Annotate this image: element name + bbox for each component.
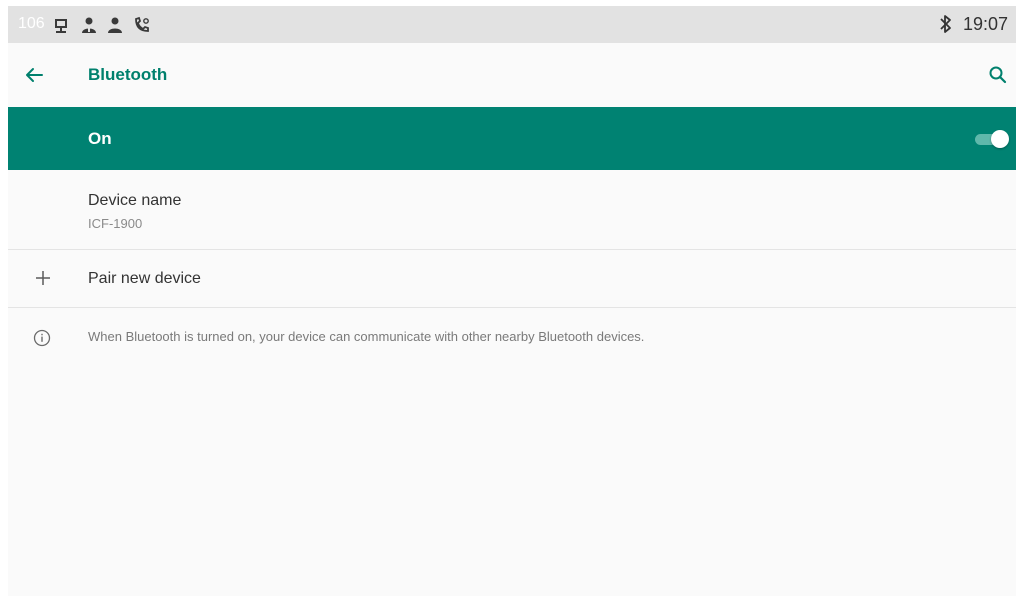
network-icon — [55, 19, 67, 33]
bluetooth-icon — [940, 15, 951, 33]
contact-icon — [108, 17, 122, 33]
bluetooth-toggle-bar[interactable]: On — [8, 107, 1016, 170]
bluetooth-settings-screen: 106 19:07 Bluetooth On Device name ICF-1… — [8, 6, 1016, 596]
pair-new-device-label: Pair new device — [88, 270, 201, 287]
clock-time: 19:07 — [962, 14, 1008, 34]
bluetooth-switch[interactable] — [973, 130, 1009, 148]
page-title: Bluetooth — [88, 65, 168, 84]
toggle-label: On — [88, 129, 112, 148]
switch-thumb — [991, 130, 1009, 148]
device-name-row[interactable]: Device name ICF-1900 — [8, 170, 1016, 250]
extension-number: 106 — [18, 15, 45, 32]
app-toolbar: Bluetooth — [8, 43, 1016, 108]
info-text: When Bluetooth is turned on, your device… — [88, 329, 645, 344]
voicemail-icon — [135, 16, 149, 32]
info-row: When Bluetooth is turned on, your device… — [8, 308, 1016, 358]
search-icon[interactable] — [986, 63, 1010, 87]
plus-icon — [36, 271, 50, 285]
pair-new-device-row[interactable]: Pair new device — [8, 250, 1016, 308]
status-bar-right: 19:07 — [939, 13, 1008, 35]
info-icon — [33, 329, 51, 347]
status-bar: 106 19:07 — [8, 6, 1016, 43]
contact-icon — [82, 17, 96, 33]
device-name-value: ICF-1900 — [88, 216, 143, 231]
arrow-back-icon[interactable] — [22, 63, 46, 87]
device-name-label: Device name — [88, 192, 182, 209]
